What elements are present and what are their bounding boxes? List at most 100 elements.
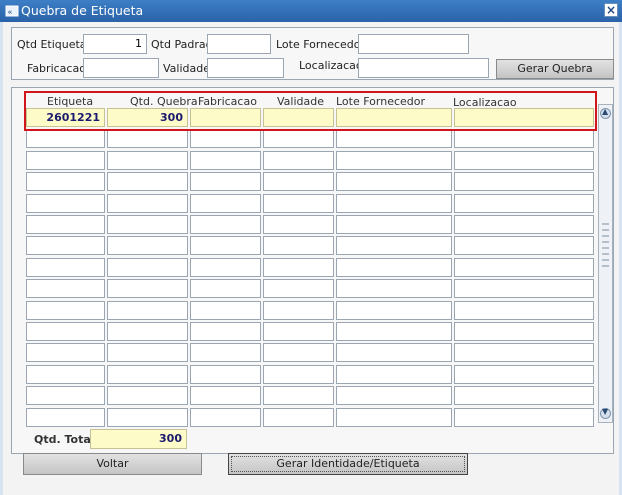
cell-qtd-quebra[interactable] xyxy=(107,150,188,170)
cell-etiqueta[interactable] xyxy=(26,407,105,427)
cell-qtd-quebra[interactable] xyxy=(107,322,188,341)
cell-localizacao[interactable] xyxy=(454,236,594,256)
cell-qtd-quebra[interactable] xyxy=(107,300,188,320)
cell-localizacao[interactable] xyxy=(454,300,594,320)
cell-lote-fornecedor[interactable] xyxy=(336,236,452,256)
cell-fabricacao[interactable] xyxy=(190,172,261,192)
cell-validade[interactable] xyxy=(263,193,334,213)
cell-etiqueta[interactable] xyxy=(26,193,105,213)
cell-validade[interactable] xyxy=(263,279,334,299)
cell-lote-fornecedor[interactable] xyxy=(336,193,452,213)
cell-fabricacao[interactable] xyxy=(190,150,261,170)
cell-fabricacao[interactable] xyxy=(190,193,261,213)
qtd-padrao-field[interactable] xyxy=(207,34,271,54)
scroll-grip xyxy=(602,259,609,261)
cell-lote-fornecedor[interactable] xyxy=(336,257,452,277)
cell-qtd-quebra[interactable] xyxy=(107,407,188,427)
grid-scrollbar[interactable]: ▲ ▼ xyxy=(598,104,613,423)
cell-qtd-quebra[interactable] xyxy=(107,343,188,363)
cell-etiqueta[interactable] xyxy=(26,364,105,384)
cell-fabricacao[interactable] xyxy=(190,279,261,299)
cell-validade[interactable] xyxy=(263,236,334,256)
cell-qtd-quebra[interactable] xyxy=(107,386,188,406)
cell-validade[interactable] xyxy=(263,386,334,406)
cell-etiqueta[interactable] xyxy=(26,236,105,256)
cell-etiqueta[interactable] xyxy=(26,322,105,341)
cell-localizacao[interactable] xyxy=(454,150,594,170)
localizacao-field[interactable] xyxy=(358,58,489,78)
cell-validade[interactable] xyxy=(263,322,334,341)
scroll-down-icon[interactable]: ▼ xyxy=(600,407,611,419)
cell-qtd-quebra[interactable] xyxy=(107,172,188,192)
cell-localizacao[interactable] xyxy=(454,172,594,192)
cell-etiqueta[interactable] xyxy=(26,300,105,320)
cell-validade[interactable] xyxy=(263,172,334,192)
cell-etiqueta[interactable] xyxy=(26,150,105,170)
cell-qtd-quebra[interactable] xyxy=(107,279,188,299)
gerar-quebra-button[interactable]: Gerar Quebra xyxy=(496,59,614,79)
cell-fabricacao[interactable] xyxy=(190,364,261,384)
qtd-etiquetas-field[interactable]: 1 xyxy=(83,34,147,54)
validade-field[interactable] xyxy=(207,58,284,78)
svg-text:«: « xyxy=(8,8,13,17)
cell-localizacao[interactable] xyxy=(454,279,594,299)
cell-localizacao[interactable] xyxy=(454,407,594,427)
gerar-identidade-etiqueta-button[interactable]: Gerar Identidade/Etiqueta xyxy=(228,453,468,475)
fabricacao-field[interactable] xyxy=(83,58,159,78)
cell-fabricacao[interactable] xyxy=(190,386,261,406)
cell-validade[interactable] xyxy=(263,129,334,149)
cell-etiqueta[interactable] xyxy=(26,386,105,406)
cell-localizacao[interactable] xyxy=(454,215,594,234)
cell-lote-fornecedor[interactable] xyxy=(336,172,452,192)
cell-localizacao[interactable] xyxy=(454,193,594,213)
cell-fabricacao[interactable] xyxy=(190,129,261,149)
cell-validade[interactable] xyxy=(263,150,334,170)
cell-localizacao[interactable] xyxy=(454,386,594,406)
cell-lote-fornecedor[interactable] xyxy=(336,322,452,341)
cell-validade[interactable] xyxy=(263,300,334,320)
cell-etiqueta[interactable] xyxy=(26,129,105,149)
cell-localizacao[interactable] xyxy=(454,364,594,384)
window-title: Quebra de Etiqueta xyxy=(21,3,144,18)
cell-lote-fornecedor[interactable] xyxy=(336,300,452,320)
cell-fabricacao[interactable] xyxy=(190,257,261,277)
cell-localizacao[interactable] xyxy=(454,322,594,341)
close-icon[interactable]: × xyxy=(604,3,618,17)
cell-qtd-quebra[interactable] xyxy=(107,129,188,149)
cell-validade[interactable] xyxy=(263,215,334,234)
cell-fabricacao[interactable] xyxy=(190,407,261,427)
cell-validade[interactable] xyxy=(263,343,334,363)
lote-fornecedor-field[interactable] xyxy=(358,34,469,54)
cell-lote-fornecedor[interactable] xyxy=(336,215,452,234)
cell-etiqueta[interactable] xyxy=(26,279,105,299)
cell-validade[interactable] xyxy=(263,257,334,277)
cell-qtd-quebra[interactable] xyxy=(107,193,188,213)
cell-localizacao[interactable] xyxy=(454,129,594,149)
cell-lote-fornecedor[interactable] xyxy=(336,150,452,170)
cell-etiqueta[interactable] xyxy=(26,172,105,192)
cell-lote-fornecedor[interactable] xyxy=(336,386,452,406)
cell-lote-fornecedor[interactable] xyxy=(336,279,452,299)
cell-lote-fornecedor[interactable] xyxy=(336,407,452,427)
cell-fabricacao[interactable] xyxy=(190,300,261,320)
voltar-button[interactable]: Voltar xyxy=(23,453,202,475)
cell-fabricacao[interactable] xyxy=(190,322,261,341)
scroll-up-icon[interactable]: ▲ xyxy=(600,107,611,119)
cell-qtd-quebra[interactable] xyxy=(107,236,188,256)
cell-lote-fornecedor[interactable] xyxy=(336,364,452,384)
cell-fabricacao[interactable] xyxy=(190,343,261,363)
cell-etiqueta[interactable] xyxy=(26,257,105,277)
cell-etiqueta[interactable] xyxy=(26,215,105,234)
cell-qtd-quebra[interactable] xyxy=(107,257,188,277)
cell-qtd-quebra[interactable] xyxy=(107,364,188,384)
cell-validade[interactable] xyxy=(263,364,334,384)
cell-localizacao[interactable] xyxy=(454,343,594,363)
cell-lote-fornecedor[interactable] xyxy=(336,343,452,363)
cell-lote-fornecedor[interactable] xyxy=(336,129,452,149)
cell-fabricacao[interactable] xyxy=(190,236,261,256)
cell-localizacao[interactable] xyxy=(454,257,594,277)
cell-fabricacao[interactable] xyxy=(190,215,261,234)
cell-etiqueta[interactable] xyxy=(26,343,105,363)
cell-validade[interactable] xyxy=(263,407,334,427)
cell-qtd-quebra[interactable] xyxy=(107,215,188,234)
